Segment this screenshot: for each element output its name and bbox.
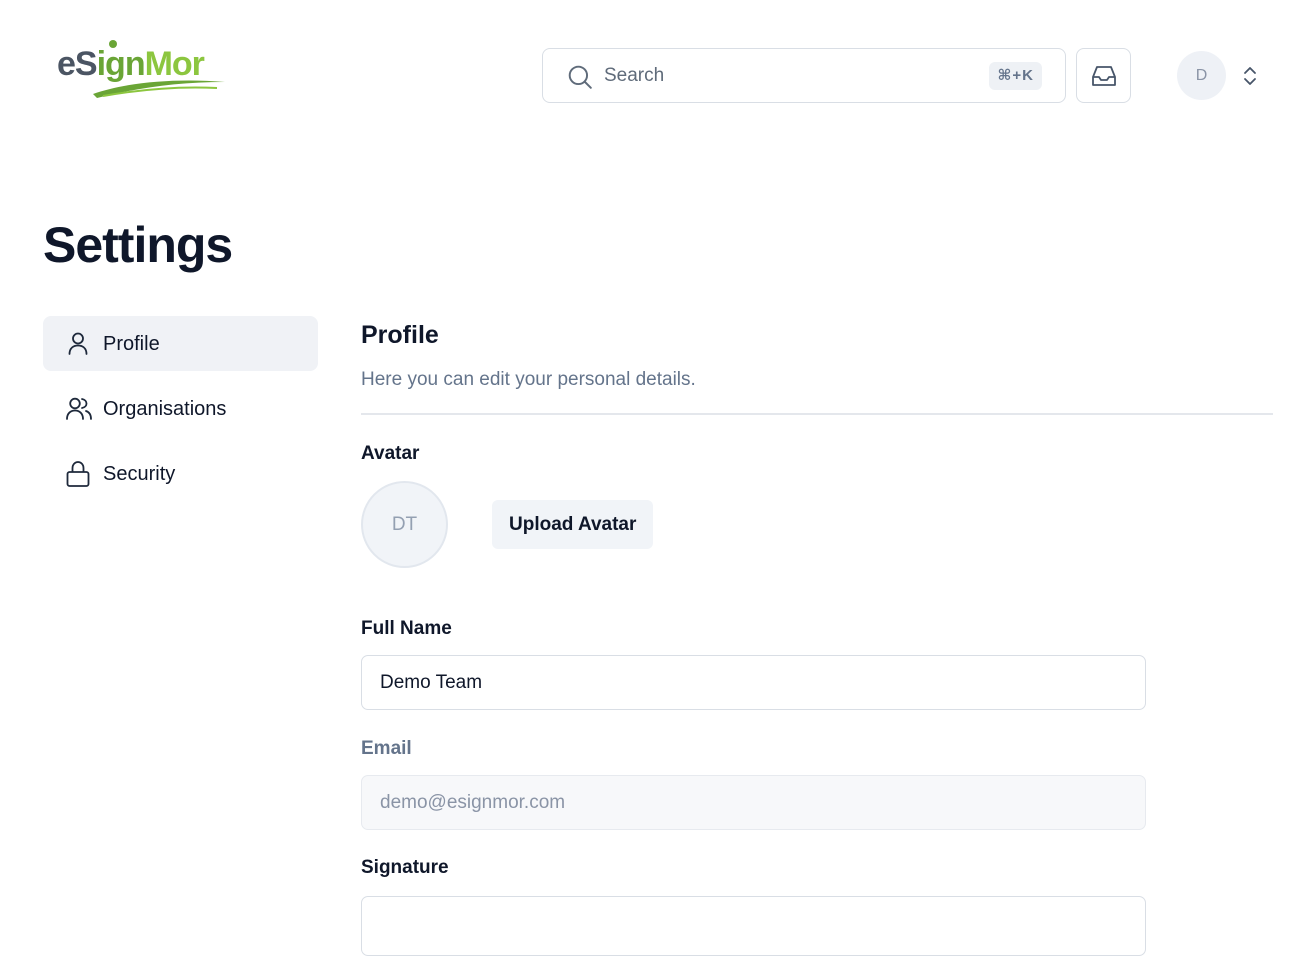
sidebar-item-label: Security bbox=[103, 463, 176, 485]
search-icon bbox=[568, 65, 592, 89]
sidebar-item-organisations[interactable]: Organisations bbox=[43, 381, 318, 436]
lock-icon bbox=[66, 461, 90, 487]
brand-logo[interactable]: eSignMor bbox=[57, 38, 227, 100]
user-icon bbox=[68, 332, 88, 355]
email-field bbox=[361, 775, 1146, 830]
logo-wordmark: eSignMor bbox=[57, 45, 205, 83]
signature-label: Signature bbox=[361, 857, 449, 878]
upload-avatar-button[interactable]: Upload Avatar bbox=[492, 500, 654, 549]
keyboard-shortcut-badge: ⌘+K bbox=[989, 62, 1042, 90]
profile-avatar: DT bbox=[361, 481, 448, 568]
section-title: Profile bbox=[361, 321, 439, 349]
sidebar-item-profile[interactable]: Profile bbox=[43, 316, 318, 371]
email-label: Email bbox=[361, 738, 412, 759]
search-placeholder: Search bbox=[604, 65, 665, 86]
user-avatar[interactable]: D bbox=[1177, 51, 1226, 100]
chevron-up-down-icon[interactable] bbox=[1240, 64, 1260, 88]
section-description: Here you can edit your personal details. bbox=[361, 369, 696, 390]
top-header: eSignMor Search ⌘+K D bbox=[0, 0, 1316, 150]
inbox-button[interactable] bbox=[1076, 48, 1131, 103]
full-name-label: Full Name bbox=[361, 618, 452, 639]
divider bbox=[361, 413, 1273, 415]
settings-sidebar: Profile Organisations Security bbox=[43, 316, 318, 511]
page-title: Settings bbox=[43, 217, 233, 273]
search-input[interactable]: Search ⌘+K bbox=[542, 48, 1066, 103]
signature-pad[interactable] bbox=[361, 896, 1146, 956]
inbox-icon bbox=[1092, 66, 1116, 86]
sidebar-item-label: Organisations bbox=[103, 398, 227, 420]
sidebar-item-label: Profile bbox=[103, 333, 160, 355]
avatar-label: Avatar bbox=[361, 443, 420, 464]
sidebar-item-security[interactable]: Security bbox=[43, 446, 318, 501]
users-icon bbox=[66, 397, 92, 420]
full-name-field[interactable] bbox=[361, 655, 1146, 710]
